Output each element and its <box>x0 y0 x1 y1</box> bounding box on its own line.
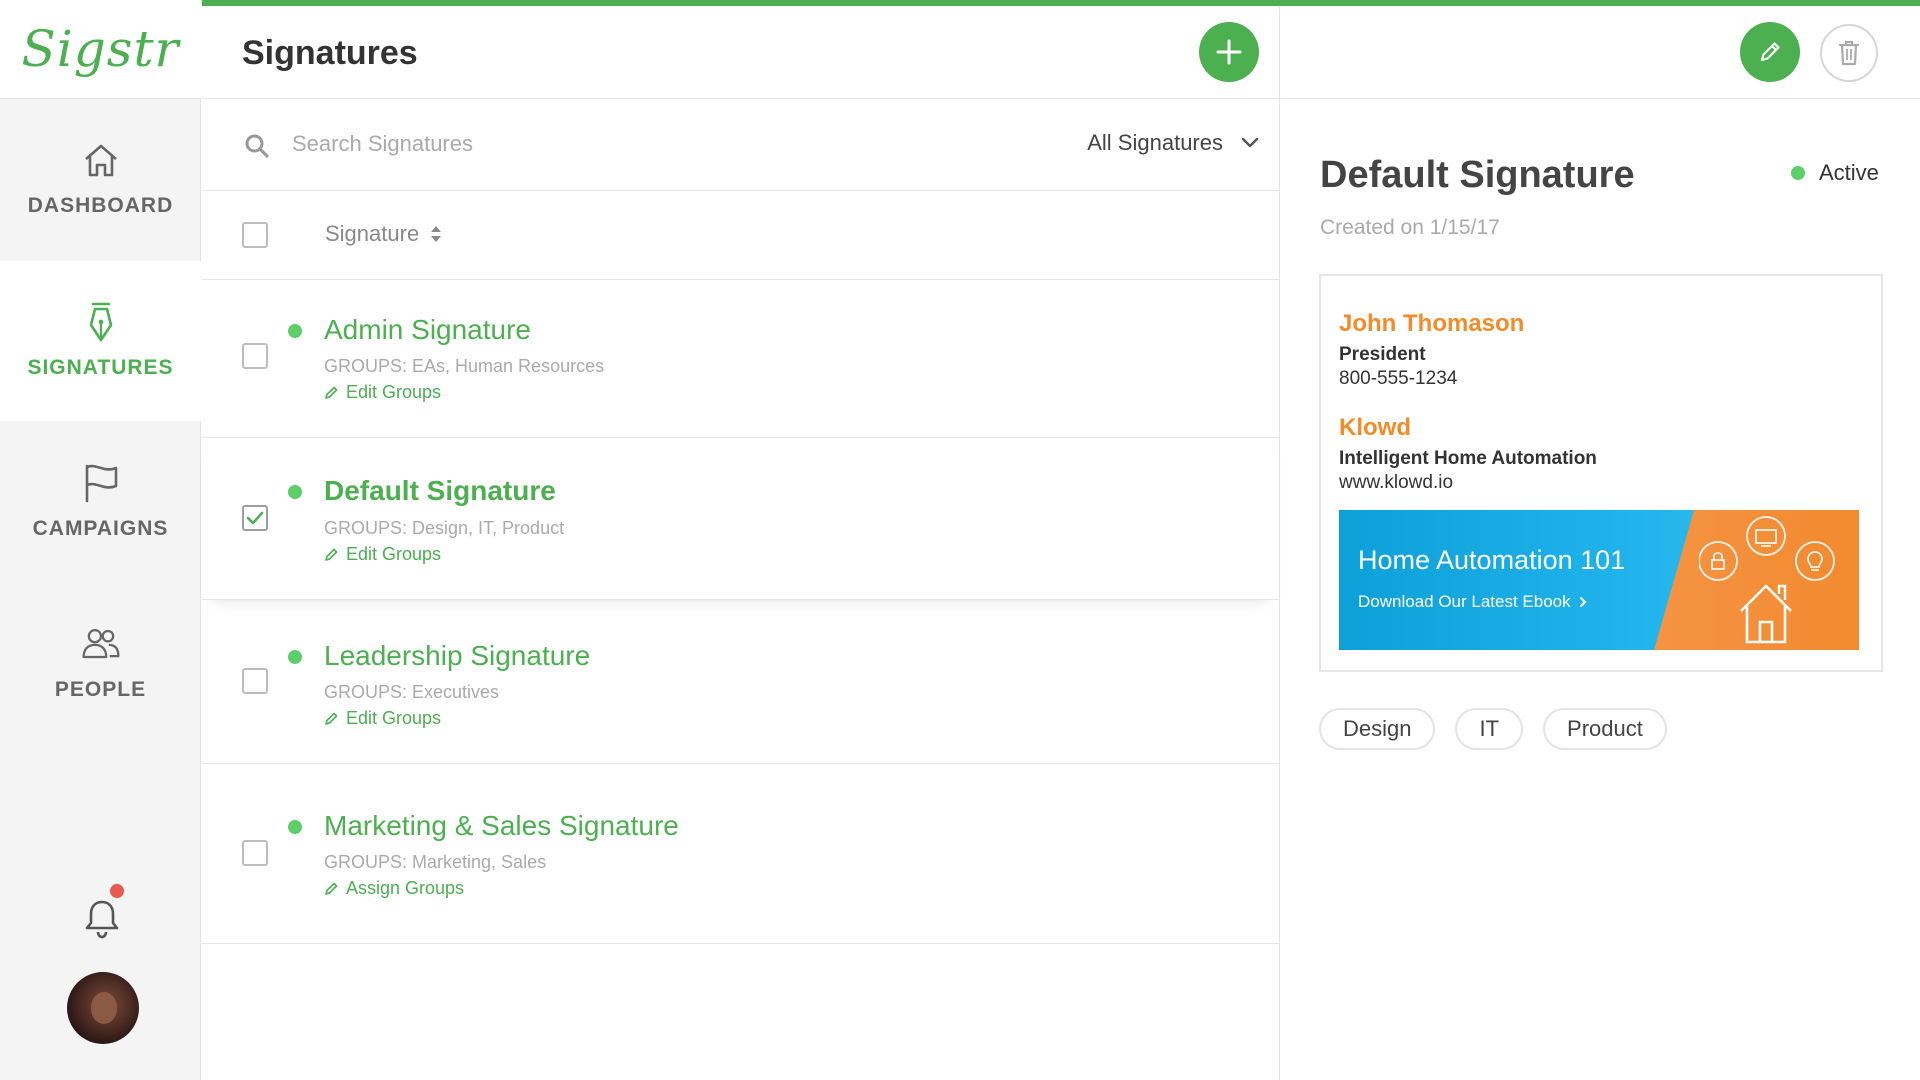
app-logo[interactable]: Sigstr <box>0 0 201 99</box>
signature-name-link[interactable]: Admin Signature <box>324 314 531 346</box>
signature-banner[interactable]: Home Automation 101 Download Our Latest … <box>1339 510 1859 650</box>
sidebar-item-people[interactable]: PEOPLE <box>0 583 201 743</box>
search-icon <box>245 134 269 158</box>
smart-home-illustration <box>1699 516 1835 644</box>
filter-selected-value: All Signatures <box>1087 130 1223 155</box>
row-checkbox[interactable] <box>242 505 268 531</box>
select-all-checkbox[interactable] <box>242 222 268 248</box>
pencil-icon <box>325 548 338 561</box>
banner-title: Home Automation 101 <box>1358 545 1626 575</box>
group-tag-it[interactable]: IT <box>1455 708 1524 750</box>
page-title: Signatures <box>242 34 418 72</box>
pencil-icon <box>1760 42 1780 62</box>
signature-tagline: Intelligent Home Automation <box>1339 448 1597 469</box>
signature-detail-panel: Default Signature Active Created on 1/15… <box>1281 6 1920 1080</box>
signature-name-link[interactable]: Default Signature <box>324 475 556 507</box>
created-date: Created on 1/15/17 <box>1320 216 1500 239</box>
group-tag-product[interactable]: Product <box>1543 708 1667 750</box>
table-row[interactable]: Admin Signature GROUPS: EAs, Human Resou… <box>202 280 1279 438</box>
edit-groups-link[interactable]: Edit Groups <box>324 382 441 403</box>
search-bar: All Signatures <box>202 99 1279 191</box>
edit-signature-button[interactable] <box>1740 22 1800 82</box>
pen-nib-icon <box>81 302 121 342</box>
signature-groups: GROUPS: EAs, Human Resources <box>324 356 605 376</box>
signature-person-role: President <box>1339 344 1426 365</box>
list-header: Signatures <box>202 6 1279 99</box>
status-indicator <box>1791 166 1805 180</box>
sidebar-item-signatures[interactable]: SIGNATURES <box>0 261 201 421</box>
signature-phone: 800-555-1234 <box>1339 368 1458 389</box>
notification-badge <box>110 884 124 898</box>
table-row[interactable]: Default Signature GROUPS: Design, IT, Pr… <box>202 438 1279 600</box>
flag-icon <box>81 463 121 503</box>
bell-icon[interactable] <box>80 896 124 940</box>
pencil-icon <box>325 882 338 895</box>
table-row[interactable]: Leadership Signature GROUPS: Executives … <box>202 600 1279 764</box>
detail-toolbar <box>1281 6 1920 99</box>
row-checkbox[interactable] <box>242 840 268 866</box>
assign-groups-link[interactable]: Assign Groups <box>324 878 464 899</box>
signature-person-name: John Thomason <box>1339 310 1525 337</box>
home-icon <box>81 140 121 180</box>
signature-title: Default Signature <box>1320 154 1635 196</box>
status-indicator <box>288 324 302 338</box>
signature-name-link[interactable]: Marketing & Sales Signature <box>324 810 679 842</box>
group-tag-design[interactable]: Design <box>1319 708 1436 750</box>
status-indicator <box>288 485 302 499</box>
chevron-right-icon <box>1579 597 1587 607</box>
banner-cta[interactable]: Download Our Latest Ebook <box>1358 592 1587 612</box>
plus-icon <box>1216 39 1242 65</box>
signature-preview: John Thomason President 800-555-1234 Klo… <box>1319 274 1883 672</box>
sort-signature-column[interactable]: Signature <box>325 221 443 247</box>
delete-signature-button[interactable] <box>1820 24 1878 82</box>
sort-icon <box>431 226 442 242</box>
sidebar-item-dashboard[interactable]: DASHBOARD <box>0 99 201 259</box>
sidebar-item-campaigns[interactable]: CAMPAIGNS <box>0 422 201 582</box>
sidebar-item-label: PEOPLE <box>54 678 147 701</box>
sidebar-item-label: DASHBOARD <box>27 194 174 217</box>
chevron-down-icon <box>1241 137 1259 148</box>
table-header: Signature <box>202 191 1279 280</box>
status-indicator <box>288 650 302 664</box>
row-checkbox[interactable] <box>242 668 268 694</box>
status-indicator <box>288 820 302 834</box>
signature-groups: GROUPS: Design, IT, Product <box>324 518 565 538</box>
signature-company: Klowd <box>1339 414 1411 441</box>
people-icon <box>81 624 121 664</box>
avatar[interactable] <box>67 972 139 1044</box>
search-input[interactable] <box>292 124 792 164</box>
signature-filter-dropdown[interactable]: All Signatures <box>1087 123 1259 163</box>
signature-name-link[interactable]: Leadership Signature <box>324 640 590 672</box>
signature-groups: GROUPS: Marketing, Sales <box>324 852 547 872</box>
group-tags: Design IT Product <box>1319 708 1687 750</box>
add-signature-button[interactable] <box>1199 22 1259 82</box>
sidebar-item-label: SIGNATURES <box>27 356 174 379</box>
signature-groups: GROUPS: Executives <box>324 682 500 702</box>
row-checkbox[interactable] <box>242 343 268 369</box>
table-row[interactable]: Marketing & Sales Signature GROUPS: Mark… <box>202 764 1279 944</box>
sidebar-item-label: CAMPAIGNS <box>32 517 169 540</box>
trash-icon <box>1838 41 1860 66</box>
pencil-icon <box>325 386 338 399</box>
signature-website[interactable]: www.klowd.io <box>1339 472 1453 494</box>
pencil-icon <box>325 712 338 725</box>
edit-groups-link[interactable]: Edit Groups <box>324 708 441 729</box>
signatures-list-panel: Signatures All Signatures Signature Admi… <box>202 6 1280 1080</box>
checkmark-icon <box>246 511 264 525</box>
sidebar: Sigstr DASHBOARD SIGNATURES CAMPAIGNS PE… <box>0 0 201 1080</box>
edit-groups-link[interactable]: Edit Groups <box>324 544 441 565</box>
status-badge: Active <box>1791 160 1879 186</box>
